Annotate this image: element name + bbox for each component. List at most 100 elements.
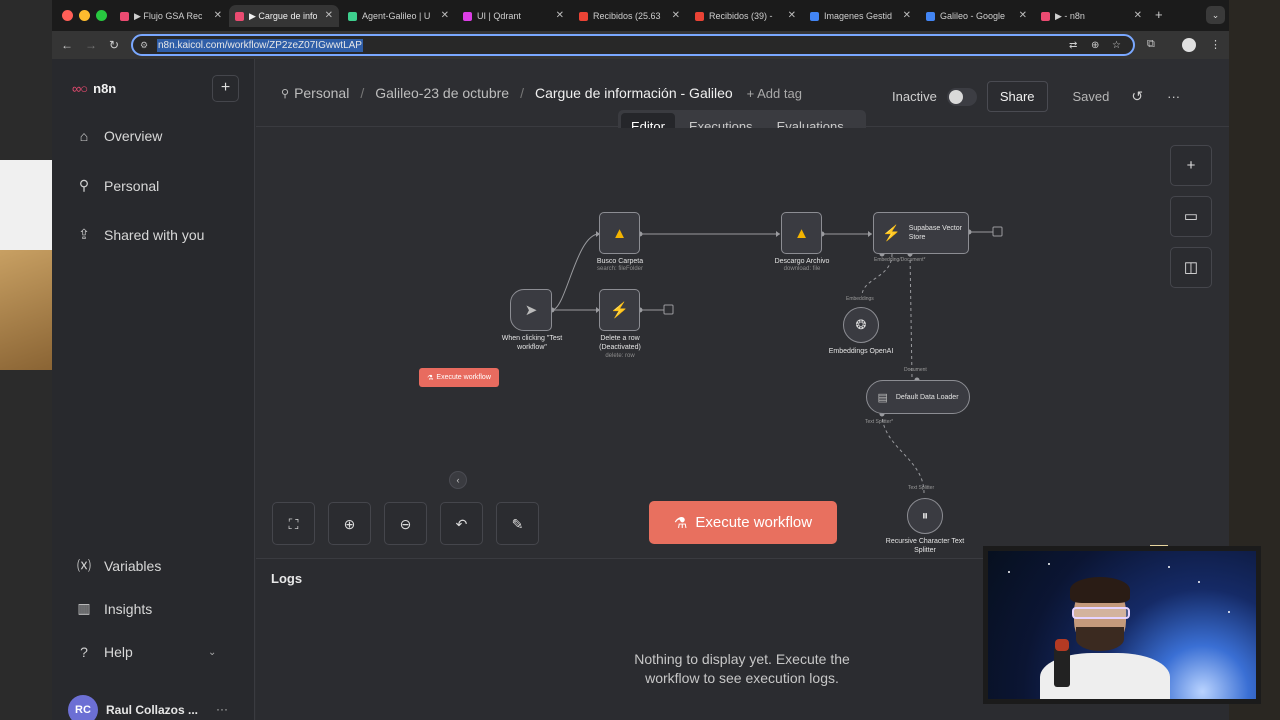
profile-avatar-icon[interactable] (1182, 38, 1196, 52)
url-text: n8n.kaicol.com/workflow/ZP2zeZ07IGwwtLAP (157, 39, 363, 52)
address-bar[interactable]: ⚙ n8n.kaicol.com/workflow/ZP2zeZ07IGwwtL… (131, 34, 1135, 56)
browser-tab[interactable]: ▶ - n8n ✕ (1035, 5, 1148, 27)
arrow-head (776, 231, 780, 237)
new-tab-icon[interactable]: + (1155, 7, 1163, 22)
zoom-in-button[interactable]: ⊕ (328, 502, 371, 545)
connector-label: Embeddings (846, 296, 874, 302)
tab-search-chevron-icon[interactable]: ⌄ (1206, 6, 1225, 24)
breadcrumb-project[interactable]: Personal (294, 85, 349, 101)
create-button[interactable]: + (212, 75, 239, 102)
close-tab-icon[interactable]: ✕ (1019, 10, 1027, 21)
share-icon: ⇪ (78, 226, 90, 242)
zoom-out-button[interactable]: ⊖ (384, 502, 427, 545)
sidebar-item-overview[interactable]: ⌂ Overview (76, 128, 163, 144)
sidebar-item-label: Help (104, 644, 133, 660)
browser-tab[interactable]: UI | Qdrant ✕ (457, 5, 570, 27)
add-node-handle[interactable] (663, 304, 674, 315)
chevron-down-icon[interactable]: ⌄ (208, 647, 216, 658)
maximize-window-button[interactable] (96, 10, 107, 21)
node-embeddings-openai[interactable]: ❂ (843, 307, 879, 343)
more-icon[interactable]: ··· (216, 702, 228, 716)
node-text-splitter[interactable]: ⏸ (907, 498, 943, 534)
undo-button[interactable]: ↶ (440, 502, 483, 545)
node-busco-carpeta[interactable]: ▲ (599, 212, 640, 254)
workflow-title[interactable]: Cargue de información - Galileo (535, 85, 733, 101)
active-status-label: Inactive (892, 89, 937, 104)
node-supabase-vector-store[interactable]: ⚡ Supabase Vector Store (873, 212, 969, 254)
execute-workflow-button[interactable]: ⚗ Execute workflow (649, 501, 837, 544)
node-manual-trigger[interactable]: ➤ (510, 289, 552, 331)
close-tab-icon[interactable]: ✕ (441, 10, 449, 21)
add-tag-button[interactable]: + Add tag (747, 86, 802, 101)
site-info-icon[interactable]: ⚙ (140, 40, 148, 51)
forward-arrow-icon[interactable]: → (85, 38, 97, 52)
sidebar-item-insights[interactable]: ▥ Insights (76, 600, 152, 617)
toggle-panel-button[interactable]: ◫ (1170, 247, 1212, 288)
browser-tab[interactable]: ▶ Flujo GSA Rec ✕ (114, 5, 228, 27)
minimize-window-button[interactable] (79, 10, 90, 21)
bookmark-star-icon[interactable]: ☆ (1112, 40, 1121, 51)
openai-icon: ❂ (855, 317, 867, 332)
close-window-button[interactable] (62, 10, 73, 21)
flask-icon: ⚗ (427, 374, 434, 382)
node-delete-row[interactable]: ⚡ (599, 289, 640, 331)
browser-tab[interactable]: Agent-Galileo | U ✕ (342, 5, 455, 27)
close-tab-icon[interactable]: ✕ (556, 10, 564, 21)
add-node-button[interactable]: + (1170, 145, 1212, 186)
sidebar-item-help[interactable]: ? Help (76, 644, 133, 660)
close-tab-icon[interactable]: ✕ (1134, 10, 1142, 21)
variables-icon: ⒳ (77, 558, 91, 574)
translate-icon[interactable]: ⇄ (1069, 40, 1077, 51)
browser-tab[interactable]: Recibidos (25.63 ✕ (573, 5, 686, 27)
tab-favicon-icon (810, 11, 819, 21)
fit-view-button[interactable]: ⛶ (272, 502, 315, 545)
share-button[interactable]: Share (986, 81, 1048, 112)
n8n-logo-icon: ∞○ (72, 81, 88, 96)
close-tab-icon[interactable]: ✕ (903, 10, 911, 21)
node-execute-workflow-button[interactable]: ⚗ Execute workflow (419, 368, 499, 387)
zoom-icon[interactable]: ⊕ (1091, 40, 1099, 51)
browser-tab[interactable]: Galileo - Google ✕ (920, 5, 1033, 27)
node-label: Busco Carpeta (596, 258, 644, 265)
close-tab-icon[interactable]: ✕ (325, 10, 333, 21)
history-icon[interactable]: ↺ (1131, 88, 1143, 105)
extensions-icon[interactable]: ⧉ (1147, 38, 1155, 51)
back-arrow-icon[interactable]: ← (61, 38, 73, 52)
node-descargo-archivo[interactable]: ▲ (781, 212, 822, 254)
browser-menu-icon[interactable]: ⋮ (1210, 38, 1221, 51)
more-options-icon[interactable]: ··· (1167, 89, 1180, 104)
breadcrumb: ⚲ Personal / Galileo-23 de octubre / Car… (281, 85, 802, 101)
close-tab-icon[interactable]: ✕ (788, 10, 796, 21)
active-toggle[interactable] (946, 87, 977, 106)
user-icon: ⚲ (78, 177, 90, 193)
user-menu[interactable]: RC Raul Collazos ... ··· (68, 695, 228, 720)
sticky-note-button[interactable]: ▭ (1170, 196, 1212, 237)
node-label: When clicking "Test workflow" (501, 335, 563, 351)
sidebar-item-shared[interactable]: ⇪ Shared with you (76, 226, 204, 243)
tab-favicon-icon (1041, 11, 1050, 21)
sidebar-item-personal[interactable]: ⚲ Personal (76, 177, 159, 194)
node-default-data-loader[interactable]: ▤ Default Data Loader (866, 380, 970, 414)
sidebar-item-variables[interactable]: ⒳ Variables (76, 556, 161, 576)
browser-tab[interactable]: Imagenes Gestid ✕ (804, 5, 917, 27)
browser-tab[interactable]: Recibidos (39) - ✕ (689, 5, 802, 27)
sidebar-item-label: Overview (104, 128, 163, 144)
breadcrumb-folder[interactable]: Galileo-23 de octubre (375, 85, 509, 101)
logs-title[interactable]: Logs (271, 571, 302, 586)
add-node-handle[interactable] (992, 226, 1003, 237)
tab-favicon-icon (235, 11, 244, 21)
workflow-canvas[interactable]: ⚗ Execute workflow ➤ When clicking "Test… (256, 128, 1229, 558)
close-tab-icon[interactable]: ✕ (214, 10, 222, 21)
n8n-logo[interactable]: ∞○ n8n (72, 81, 116, 96)
sidebar-item-label: Variables (104, 558, 162, 574)
browser-tab-active[interactable]: ▶ Cargue de info ✕ (229, 5, 339, 27)
browser-toolbar: ← → ↻ ⚙ n8n.kaicol.com/workflow/ZP2zeZ07… (52, 31, 1229, 59)
logs-empty-message: Nothing to display yet. Execute the work… (634, 651, 850, 686)
arrow-head (868, 231, 872, 237)
google-drive-icon: ▲ (794, 224, 809, 242)
tidy-up-button[interactable]: ✎ (496, 502, 539, 545)
webcam-overlay (983, 546, 1261, 704)
close-tab-icon[interactable]: ✕ (672, 10, 680, 21)
reload-icon[interactable]: ↻ (109, 38, 119, 52)
collapse-sidebar-icon[interactable]: ‹ (449, 471, 467, 489)
